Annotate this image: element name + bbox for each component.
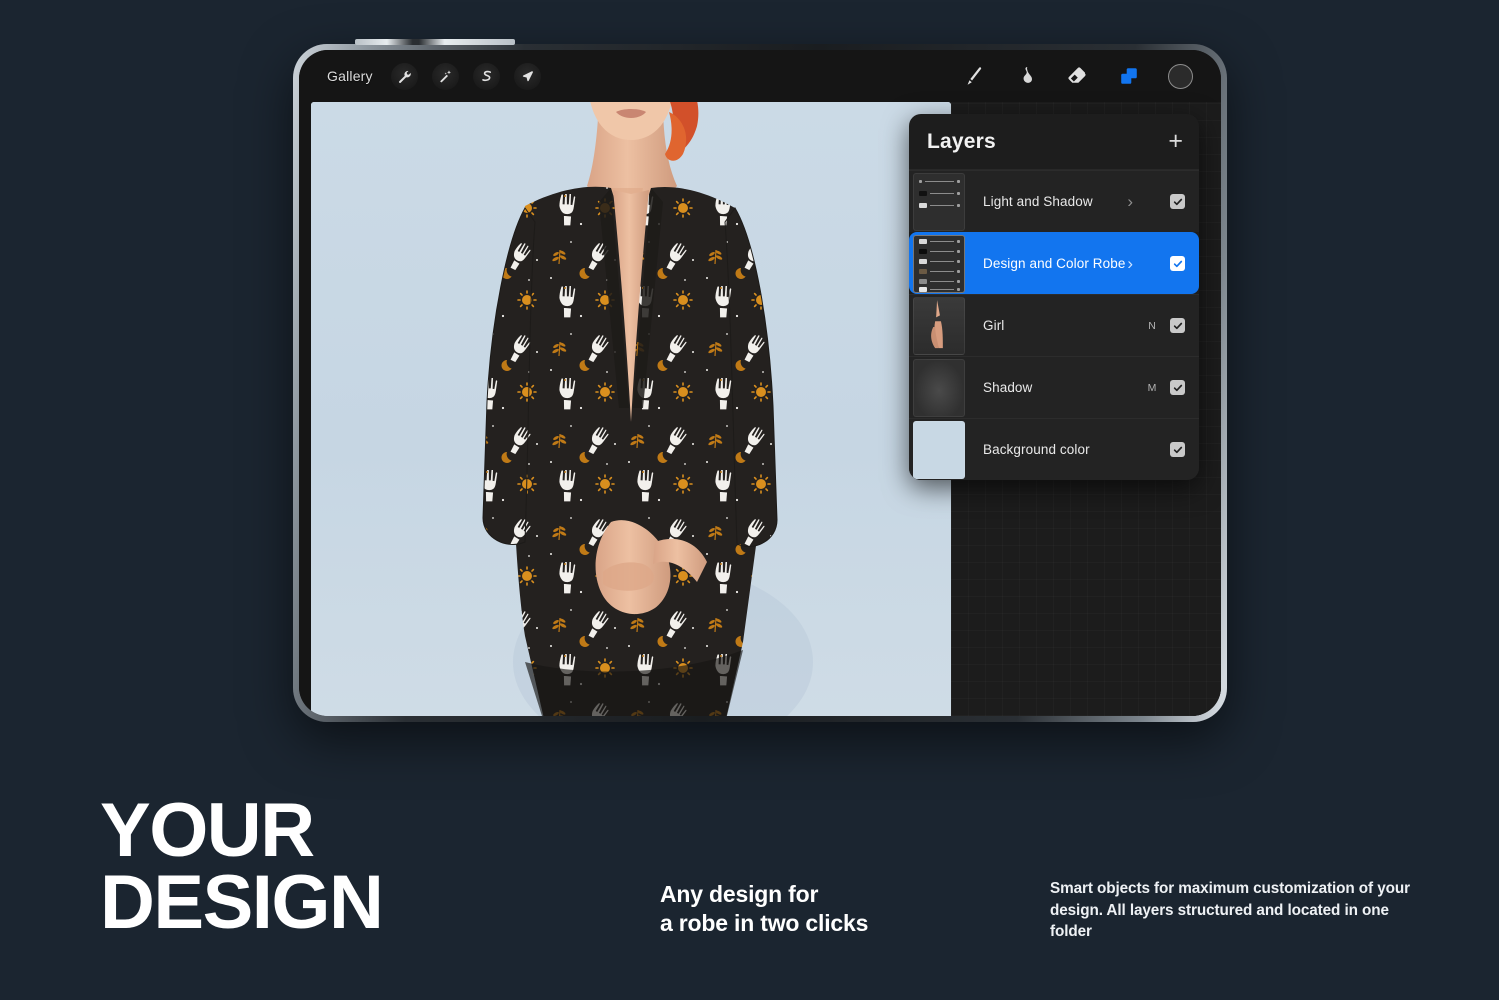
toolbar-left-group: Gallery	[323, 62, 541, 90]
layer-visibility-checkbox[interactable]	[1170, 256, 1185, 271]
tagline-line-2: a robe in two clicks	[660, 909, 869, 936]
tablet-device: Gallery Layers + Light and Shadow › Desi…	[293, 39, 1227, 722]
layer-thumbnail	[913, 420, 965, 479]
actions-wrench-icon[interactable]	[390, 62, 418, 90]
paint-brush-icon[interactable]	[960, 63, 986, 89]
layer-thumbnail	[913, 172, 965, 231]
layer-visibility-checkbox[interactable]	[1170, 194, 1185, 209]
layers-panel: Layers + Light and Shadow › Design and C…	[909, 114, 1199, 480]
procreate-app: Gallery Layers + Light and Shadow › Desi…	[299, 50, 1221, 716]
transform-arrow-icon[interactable]	[513, 62, 541, 90]
layer-name: Girl	[983, 318, 1005, 333]
tagline: Any design for a robe in two clicks	[660, 880, 868, 938]
page-title: YOUR DESIGN	[100, 788, 384, 946]
layer-visibility-checkbox[interactable]	[1170, 318, 1185, 333]
layers-icon[interactable]	[1116, 63, 1142, 89]
layer-name: Shadow	[983, 380, 1033, 395]
headline-line-1: YOUR	[100, 788, 315, 873]
smudge-icon[interactable]	[1012, 63, 1038, 89]
layer-row[interactable]: Shadow M	[909, 356, 1199, 418]
layer-name: Background color	[983, 442, 1090, 457]
layer-row[interactable]: Light and Shadow ›	[909, 170, 1199, 232]
model-illustration	[482, 102, 813, 716]
layer-row[interactable]: Background color	[909, 418, 1199, 480]
layer-visibility-checkbox[interactable]	[1170, 380, 1185, 395]
layer-visibility-checkbox[interactable]	[1170, 442, 1185, 457]
layer-name: Light and Shadow	[983, 194, 1093, 209]
artwork-canvas[interactable]	[311, 102, 951, 716]
gallery-button[interactable]: Gallery	[323, 65, 377, 87]
toolbar-right-group	[960, 63, 1199, 89]
eraser-icon[interactable]	[1064, 63, 1090, 89]
chevron-right-icon[interactable]: ›	[1127, 254, 1133, 274]
tagline-line-1: Any design for	[660, 881, 819, 907]
adjustments-wand-icon[interactable]	[431, 62, 459, 90]
selection-icon[interactable]	[472, 62, 500, 90]
volume-buttons[interactable]	[355, 39, 515, 45]
color-swatch-button[interactable]	[1168, 63, 1193, 89]
layer-thumbnail	[913, 234, 965, 293]
toolbar: Gallery	[299, 50, 1221, 102]
chevron-right-icon[interactable]: ›	[1127, 192, 1133, 212]
body-copy: Smart objects for maximum customization …	[1050, 880, 1410, 941]
layer-blend-mode[interactable]: M	[1147, 382, 1157, 394]
layer-blend-mode[interactable]: N	[1147, 320, 1157, 332]
layer-thumbnail	[913, 358, 965, 417]
headline-line-2: DESIGN	[100, 860, 384, 946]
layer-row[interactable]: Design and Color Robe ›	[909, 232, 1199, 294]
add-layer-button[interactable]: +	[1168, 129, 1183, 154]
layer-thumbnail	[913, 296, 965, 355]
layer-name: Design and Color Robe	[983, 256, 1126, 271]
layers-panel-header: Layers +	[909, 114, 1199, 170]
layer-row[interactable]: Girl N	[909, 294, 1199, 356]
layers-title: Layers	[927, 129, 996, 153]
tablet-screen: Gallery Layers + Light and Shadow › Desi…	[299, 50, 1221, 716]
